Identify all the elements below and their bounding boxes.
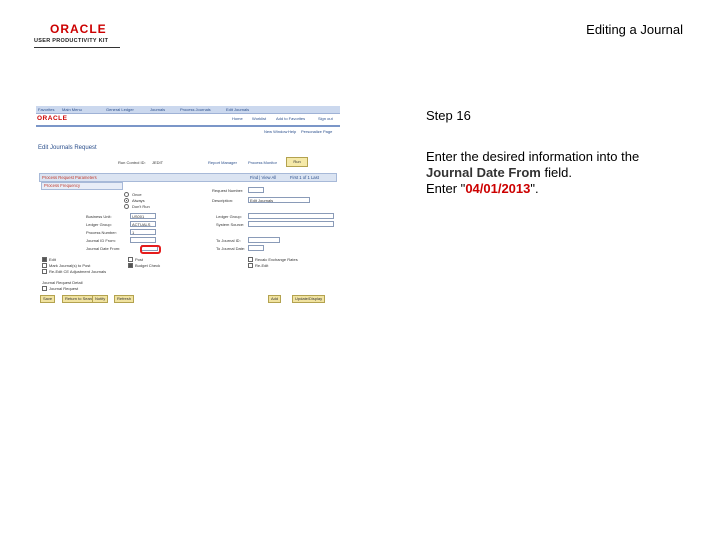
re-edit-ce-label: Re-Edit CE Adjustment Journals xyxy=(49,269,107,274)
worklist-link[interactable]: Worklist xyxy=(252,116,266,121)
oracle-logo: ORACLE USER PRODUCTIVITY KIT xyxy=(34,22,126,46)
nav-process-journals[interactable]: Process Journals xyxy=(180,107,211,112)
instruction-text: Enter the desired information into the J… xyxy=(426,149,676,197)
request-number-input[interactable] xyxy=(248,187,264,193)
add-favorites-link[interactable]: Add to Favorites xyxy=(276,116,305,121)
instruction-enter-prefix: Enter " xyxy=(426,181,466,196)
journal-id-from-label: Journal ID From: xyxy=(86,238,116,243)
once-label: Once xyxy=(132,192,142,197)
edit-checkbox[interactable] xyxy=(42,257,47,262)
personalize-page-link[interactable]: Personalize Page xyxy=(301,129,332,134)
nav-main-menu[interactable]: Main Menu xyxy=(62,107,82,112)
row-count[interactable]: First 1 of 1 Last xyxy=(290,175,319,180)
to-journal-date-label: To Journal Date: xyxy=(216,246,246,251)
process-request-parameters-bar: Process Request Parameters Find | View A… xyxy=(39,173,337,182)
right-ledger-group-label: Ledger Group: xyxy=(216,214,242,219)
instruction-enter-suffix: ". xyxy=(530,181,539,196)
dont-run-radio[interactable] xyxy=(124,204,129,209)
journal-date-from-label: Journal Date From: xyxy=(86,246,121,251)
instruction-line1: Enter the desired information into the xyxy=(426,149,640,164)
run-button[interactable]: Run xyxy=(286,157,308,167)
find-view-all-link[interactable]: Find | View All xyxy=(250,175,276,180)
process-monitor-link[interactable]: Process Monitor xyxy=(248,160,277,165)
mark-journals-checkbox[interactable] xyxy=(42,263,47,268)
notify-button[interactable]: Notify xyxy=(92,295,109,303)
system-source-select[interactable] xyxy=(248,221,334,227)
ledger-group-value: ACTUALS xyxy=(132,222,151,227)
logo-text: ORACLE xyxy=(50,22,107,36)
nav-general-ledger[interactable]: General Ledger xyxy=(106,107,134,112)
business-unit-label: Business Unit: xyxy=(86,214,112,219)
add-button[interactable]: Add xyxy=(268,295,282,303)
journal-id-from-input[interactable] xyxy=(130,237,156,243)
nav-edit-journals[interactable]: Edit Journals xyxy=(226,107,249,112)
budget-check-checkbox[interactable] xyxy=(128,263,133,268)
process-number-value: 1 xyxy=(132,230,135,235)
page-links: New Window Help Personalize Page xyxy=(36,128,340,136)
dont-run-label: Don't Run xyxy=(132,204,150,209)
business-unit-value: US001 xyxy=(132,214,145,219)
save-button[interactable]: Save xyxy=(40,295,56,303)
help-link[interactable]: Help xyxy=(288,129,296,134)
nav-journals[interactable]: Journals xyxy=(150,107,165,112)
app-oracle-logo: ORACLE xyxy=(37,115,68,122)
nav-favorites[interactable]: Favorites xyxy=(38,107,54,112)
home-link[interactable]: Home xyxy=(232,116,243,121)
recalc-exchange-checkbox[interactable] xyxy=(248,257,253,262)
business-unit-input[interactable]: US001 xyxy=(130,213,156,219)
post-label: Post xyxy=(135,257,144,262)
sign-out-link[interactable]: Sign out xyxy=(318,116,333,121)
ledger-group-input[interactable]: ACTUALS xyxy=(130,221,156,227)
mark-journals-label: Mark Journal(s) to Post xyxy=(49,263,91,268)
run-control-label: Run Control ID: xyxy=(118,160,146,165)
page-title: Edit Journals Request xyxy=(38,145,97,151)
app-screenshot: Favorites Main Menu General Ledger Journ… xyxy=(36,106,340,306)
budget-check-label: Budget Check xyxy=(135,263,161,268)
instruction-line2: field. xyxy=(544,165,572,180)
always-label: Always xyxy=(132,198,145,203)
utility-links: Home Worklist Add to Favorites Sign out xyxy=(36,114,340,123)
process-frequency-bar: Process Frequency xyxy=(41,182,123,190)
re-edit-label: Re-Edit xyxy=(255,263,269,268)
once-radio[interactable] xyxy=(124,192,129,197)
report-manager-link[interactable]: Report Manager xyxy=(208,160,237,165)
description-label: Description: xyxy=(212,198,234,203)
logo-subtext: USER PRODUCTIVITY KIT xyxy=(34,38,109,44)
update-display-button[interactable]: Update/Display xyxy=(292,295,326,303)
top-navigation-bar: Favorites Main Menu General Ledger Journ… xyxy=(36,106,340,114)
document-title: Editing a Journal xyxy=(586,22,683,37)
system-source-label: System Source: xyxy=(216,222,245,227)
refresh-button[interactable]: Refresh xyxy=(114,295,135,303)
process-frequency-label: Process Frequency xyxy=(44,183,81,188)
journal-request-detail-link[interactable]: Journal Request Detail xyxy=(42,280,82,285)
request-number-label: Request Number: xyxy=(212,188,244,193)
re-edit-ce-checkbox[interactable] xyxy=(42,269,47,274)
process-number-label: Process Number: xyxy=(86,230,117,235)
new-window-link[interactable]: New Window xyxy=(264,129,287,134)
instruction-field-name: Journal Date From xyxy=(426,165,541,180)
section-title: Process Request Parameters xyxy=(42,175,97,180)
re-edit-checkbox[interactable] xyxy=(248,263,253,268)
always-radio[interactable] xyxy=(124,198,129,203)
run-control-value: JEDIT xyxy=(152,160,164,165)
step-label: Step 16 xyxy=(426,108,471,123)
recalc-exchange-label: Recalc Exchange Rates xyxy=(255,257,298,262)
journal-request-checkbox[interactable] xyxy=(42,286,47,291)
journal-request-label: Journal Request xyxy=(49,286,79,291)
edit-label: Edit xyxy=(49,257,56,262)
journal-date-from-highlight xyxy=(140,245,161,254)
logo-divider xyxy=(34,47,120,48)
to-journal-id-input[interactable] xyxy=(248,237,280,243)
description-input[interactable]: Edit Journals xyxy=(248,197,310,203)
instruction-value: 04/01/2013 xyxy=(465,181,531,196)
ledger-group-label: Ledger Group: xyxy=(86,222,112,227)
to-journal-id-label: To Journal ID: xyxy=(216,238,241,243)
header-divider xyxy=(36,125,340,127)
to-journal-date-input[interactable] xyxy=(248,245,264,251)
right-ledger-group-input[interactable] xyxy=(248,213,334,219)
post-checkbox[interactable] xyxy=(128,257,133,262)
process-number-input[interactable]: 1 xyxy=(130,229,156,235)
description-value: Edit Journals xyxy=(250,198,274,203)
